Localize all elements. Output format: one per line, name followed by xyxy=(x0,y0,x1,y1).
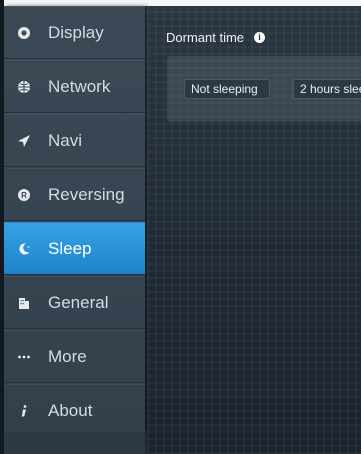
sidebar-item-reversing[interactable]: R Reversing xyxy=(4,168,145,221)
not-sleeping-option[interactable]: Not sleeping xyxy=(184,79,270,99)
section-title: Dormant time xyxy=(166,30,245,45)
sidebar-item-label: Sleep xyxy=(48,238,92,258)
dormant-options-panel: Not sleeping 2 hours sleep xyxy=(167,56,361,122)
settings-window: Display Network Navi R Reversing z Sleep xyxy=(0,0,361,454)
moon-sleep-icon: z xyxy=(4,242,44,256)
sidebar-footer xyxy=(4,432,145,454)
sidebar-item-display[interactable]: Display xyxy=(4,6,145,59)
two-hours-sleep-option[interactable]: 2 hours sleep xyxy=(293,79,361,99)
dormant-time-header: Dormant time i xyxy=(166,30,266,45)
sidebar-item-general[interactable]: General xyxy=(4,276,145,329)
sidebar-item-label: Navi xyxy=(48,130,83,150)
svg-text:R: R xyxy=(21,191,27,200)
sidebar-item-network[interactable]: Network xyxy=(4,60,145,113)
globe-icon xyxy=(4,80,44,94)
sidebar-item-label: Network xyxy=(48,76,111,96)
sidebar-item-label: Reversing xyxy=(48,184,125,204)
sidebar-item-sleep[interactable]: z Sleep xyxy=(4,222,145,275)
sidebar-item-label: More xyxy=(48,346,87,366)
info-italic-icon xyxy=(4,404,44,418)
svg-text:z: z xyxy=(28,244,30,249)
sidebar-item-more[interactable]: More xyxy=(4,330,145,383)
ellipsis-icon xyxy=(4,350,44,364)
reverse-r-icon: R xyxy=(4,188,44,202)
sidebar-item-label: General xyxy=(48,292,109,312)
info-icon[interactable]: i xyxy=(254,32,266,43)
navigation-arrow-icon xyxy=(4,134,44,148)
eye-icon xyxy=(4,26,44,40)
main-content: Dormant time i Not sleeping 2 hours slee… xyxy=(147,6,361,454)
sidebar-item-label: About xyxy=(48,400,93,420)
sidebar: Display Network Navi R Reversing z Sleep xyxy=(4,6,145,437)
sidebar-item-about[interactable]: About xyxy=(4,384,145,437)
sidebar-item-label: Display xyxy=(48,22,104,42)
sidebar-item-navi[interactable]: Navi xyxy=(4,114,145,167)
building-icon xyxy=(4,296,44,310)
